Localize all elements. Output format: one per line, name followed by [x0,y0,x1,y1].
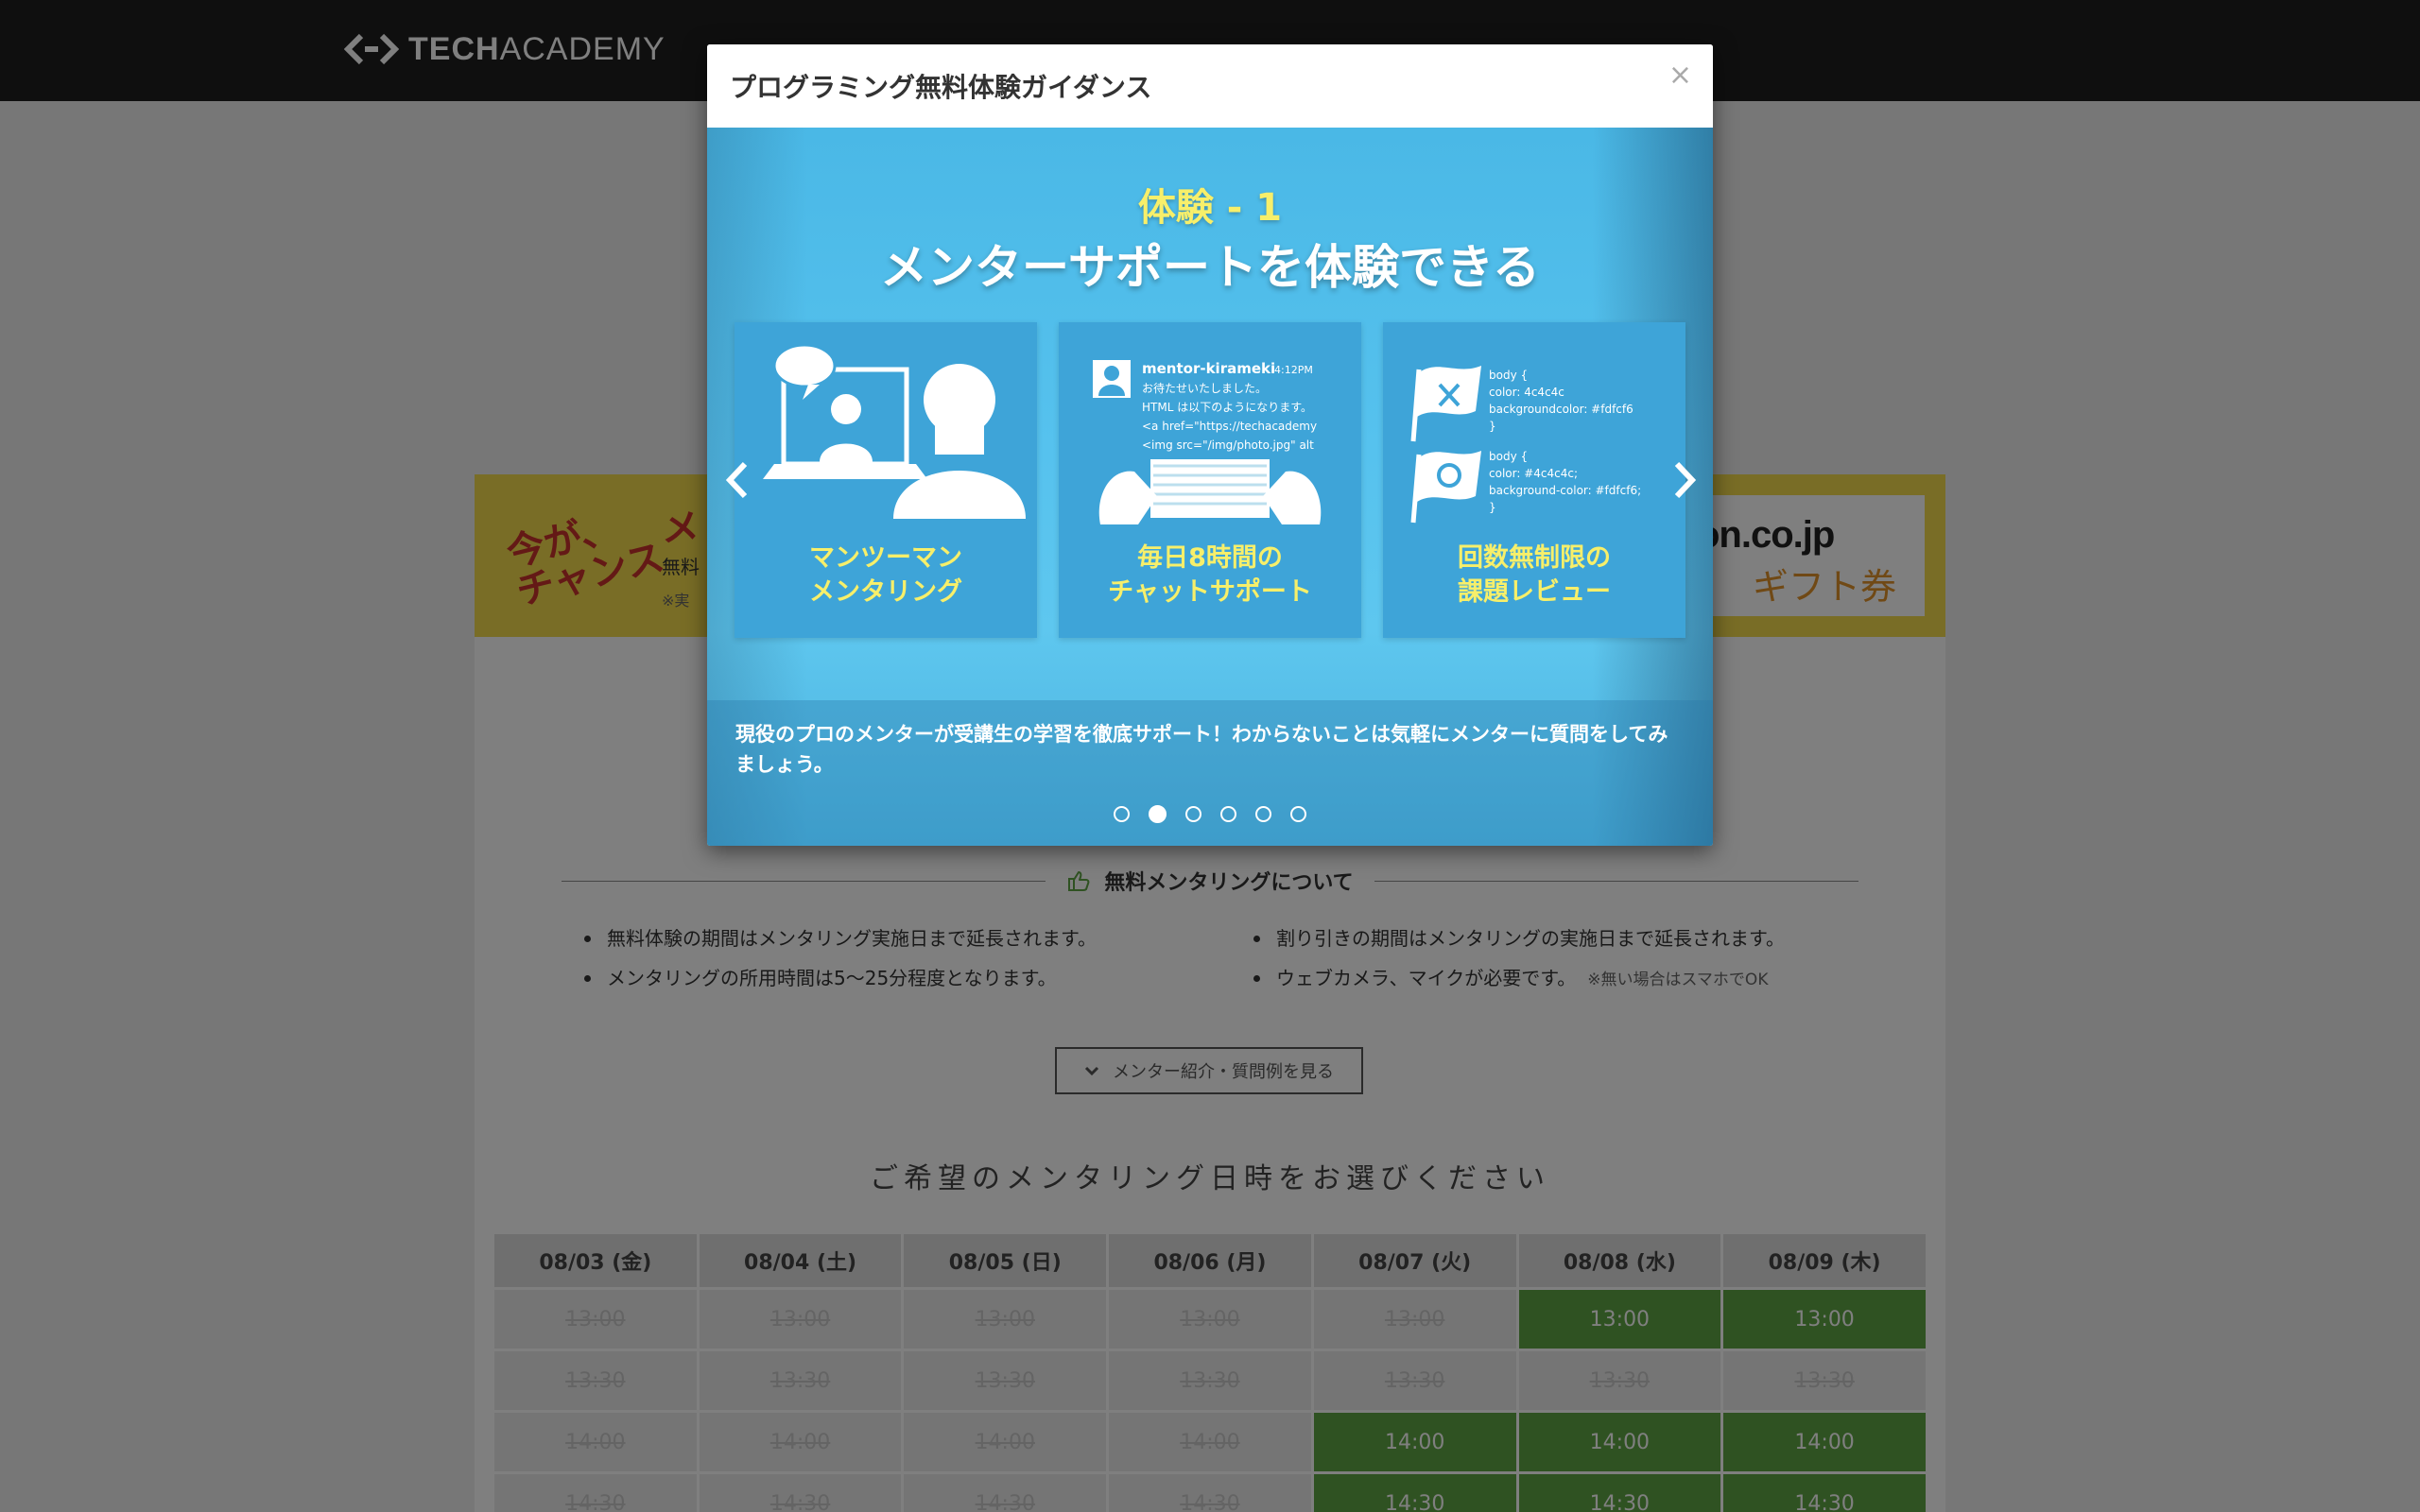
chat-line: <a href="https://techacademy [1142,420,1317,433]
video-mentoring-icon [763,343,1026,519]
chat-line: <img src="/img/photo.jpg" alt [1142,438,1314,452]
feature-label: マンツーマン メンタリング [809,543,962,607]
slide-heading: メンターサポートを体験できる [880,240,1540,295]
carousel-slide: 体験 - 1 メンターサポートを体験できる マンツーマン メンタリング ment… [707,128,1713,846]
close-icon[interactable]: × [1668,61,1692,90]
pagination-dot[interactable] [1290,806,1306,822]
feature-label: 毎日8時間の チャットサポート [1108,543,1312,607]
code-line: color: #4c4c4c; [1489,467,1578,480]
pagination-dot[interactable] [1255,806,1271,822]
code-line: body { [1489,369,1528,382]
pagination-dot[interactable] [1114,806,1130,822]
code-line: body { [1489,450,1528,463]
code-line: background-color: #fdfcf6; [1489,484,1641,497]
chat-line: HTML は以下のようになります。 [1142,401,1312,414]
chat-username: mentor-kirameki [1142,360,1275,377]
modal-title: プログラミング無料体験ガイダンス [730,72,1152,103]
slide-kicker: 体験 - 1 [1137,186,1283,230]
pagination-dot[interactable] [1185,806,1201,822]
chevron-right-icon[interactable] [1668,458,1702,502]
chat-support-icon: mentor-kirameki 4:12PM お待たせいたしました。 HTML … [1093,360,1322,524]
guidance-modal: プログラミング無料体験ガイダンス × 体験 - 1 メンターサポートを体験できる… [707,44,1713,846]
feature-card-mentoring: マンツーマン メンタリング [735,322,1037,638]
code-line: } [1489,420,1496,433]
code-line: } [1489,501,1496,514]
pagination-dot-active[interactable] [1149,805,1167,823]
pagination-dot[interactable] [1220,806,1236,822]
carousel-pagination [707,805,1713,823]
code-line: backgroundcolor: #fdfcf6 [1489,403,1634,416]
slide-caption: 現役のプロのメンターが受講生の学習を徹底サポート！わからないことは気軽にメンター… [707,700,1713,846]
feature-label: 回数無制限の 課題レビュー [1458,543,1611,607]
feature-card-chat: mentor-kirameki 4:12PM お待たせいたしました。 HTML … [1059,322,1361,638]
chevron-left-icon[interactable] [720,458,754,502]
chat-line: お待たせいたしました。 [1142,382,1267,395]
review-flags-icon: body { color: 4c4c4c backgroundcolor: #f… [1410,366,1641,524]
modal-header: プログラミング無料体験ガイダンス × [707,44,1713,128]
code-line: color: 4c4c4c [1489,386,1564,399]
chat-time: 4:12PM [1274,364,1313,376]
caption-text: 現役のプロのメンターが受講生の学習を徹底サポート！わからないことは気軽にメンター… [735,723,1668,776]
feature-card-review: body { color: 4c4c4c backgroundcolor: #f… [1383,322,1685,638]
